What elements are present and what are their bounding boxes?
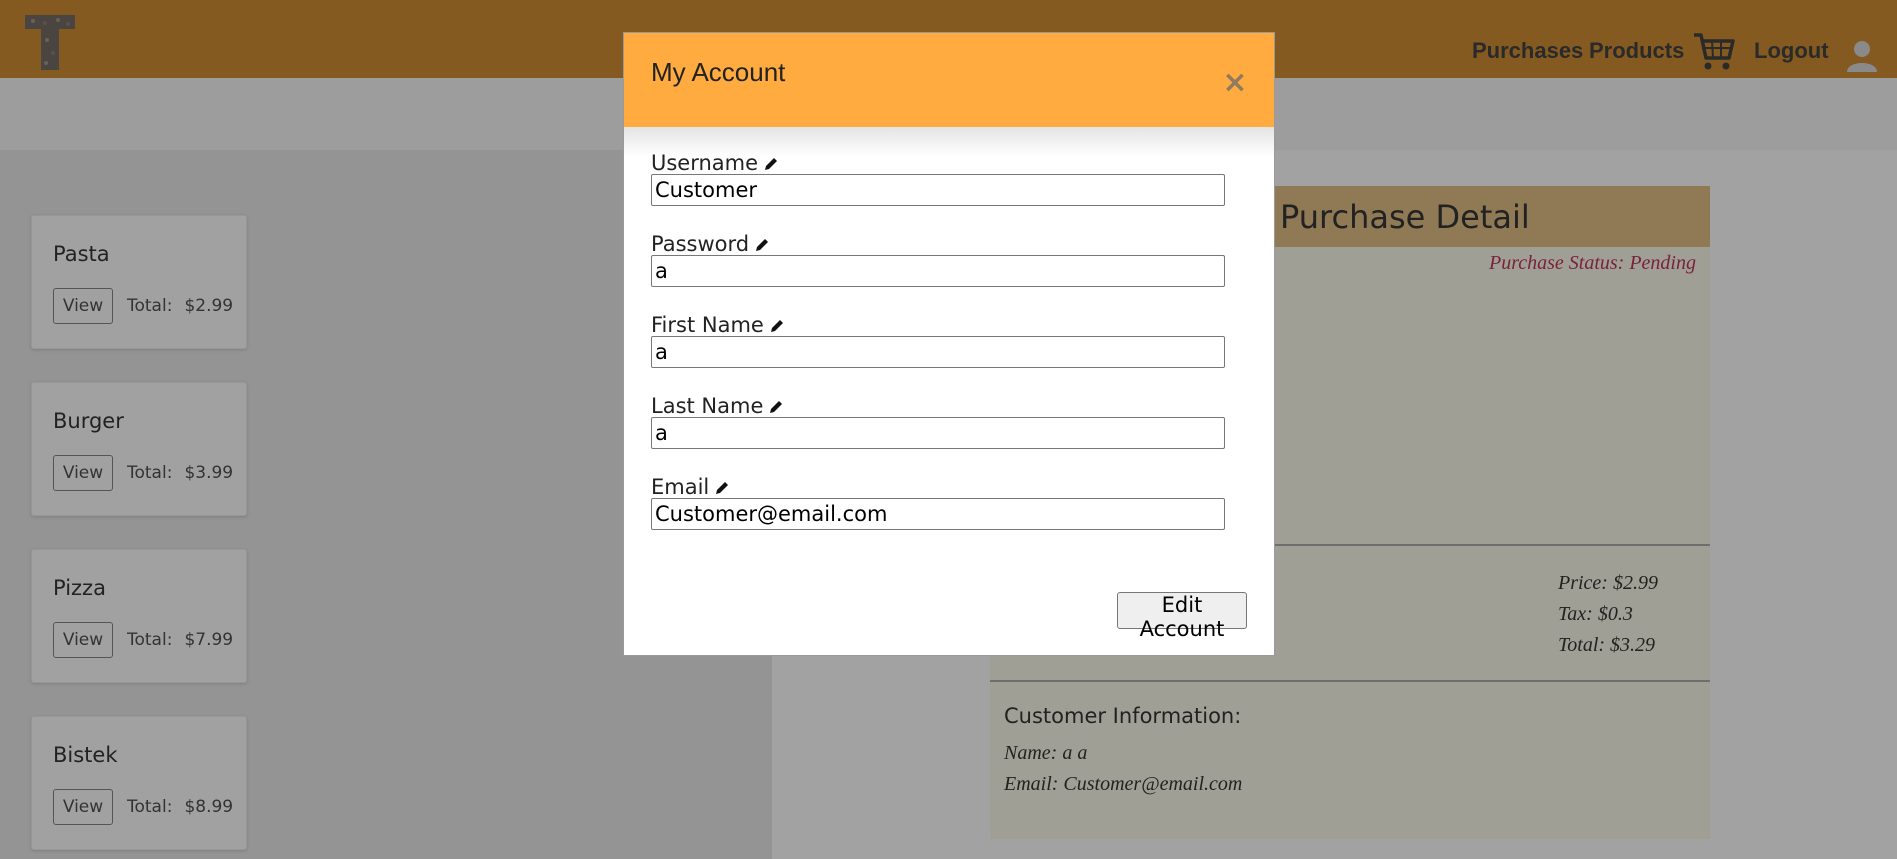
pencil-icon	[770, 401, 783, 413]
username-label: Username	[651, 151, 778, 175]
nav-link-purchases[interactable]: Purchases	[1472, 37, 1583, 65]
product-card: Bistek View Total: $8.99	[31, 716, 247, 850]
product-card: Pizza View Total: $7.99	[31, 549, 247, 683]
email-label: Email	[651, 475, 729, 499]
view-button[interactable]: View	[53, 622, 113, 658]
pencil-icon	[716, 482, 729, 494]
modal-header: My Account ×	[624, 33, 1274, 128]
first-name-input[interactable]	[651, 336, 1225, 368]
password-label: Password	[651, 232, 769, 256]
close-icon[interactable]: ×	[1221, 68, 1249, 98]
purchase-detail-title: Purchase Detail	[1280, 198, 1530, 236]
customer-info-label: Customer Information:	[1004, 704, 1242, 728]
last-name-input[interactable]	[651, 417, 1225, 449]
product-total: Total: $8.99	[127, 797, 234, 817]
product-name: Pasta	[53, 242, 110, 266]
divider	[990, 680, 1710, 682]
logo-icon[interactable]	[25, 15, 75, 70]
pencil-icon	[765, 158, 778, 170]
nav-link-logout[interactable]: Logout	[1754, 37, 1829, 65]
product-total: Total: $3.99	[127, 463, 234, 483]
last-name-label: Last Name	[651, 394, 783, 418]
nav-link-products[interactable]: Products	[1589, 37, 1684, 65]
customer-name: Name: a a	[1004, 742, 1088, 764]
product-total: Total: $2.99	[127, 296, 234, 316]
product-total: Total: $7.99	[127, 630, 234, 650]
purchase-status: Purchase Status: Pending	[1488, 252, 1696, 274]
view-button[interactable]: View	[53, 455, 113, 491]
edit-account-button[interactable]: Edit Account	[1117, 592, 1247, 641]
customer-email: Email: Customer@email.com	[1004, 773, 1243, 795]
email-input[interactable]	[651, 498, 1225, 530]
product-card: Pasta View Total: $2.99	[31, 215, 247, 349]
product-card: Burger View Total: $3.99	[31, 382, 247, 516]
product-name: Pizza	[53, 576, 106, 600]
username-input[interactable]	[651, 174, 1225, 206]
pencil-icon	[756, 239, 769, 251]
product-name: Bistek	[53, 743, 118, 767]
product-name: Burger	[53, 409, 124, 433]
price-summary: Price: $2.99 Tax: $0.3 Total: $3.29	[1558, 568, 1658, 661]
password-input[interactable]	[651, 255, 1225, 287]
pencil-icon	[770, 320, 783, 332]
tax-value: Tax: $0.3	[1558, 603, 1633, 625]
modal-title: My Account	[651, 57, 786, 87]
first-name-label: First Name	[651, 313, 784, 337]
user-avatar-icon[interactable]	[1845, 38, 1879, 72]
view-button[interactable]: View	[53, 789, 113, 825]
view-button[interactable]: View	[53, 288, 113, 324]
shopping-cart-icon[interactable]	[1692, 30, 1736, 72]
total-value: Total: $3.29	[1558, 634, 1656, 656]
my-account-modal: My Account × Username Password First Nam…	[623, 32, 1275, 656]
price-value: Price: $2.99	[1558, 572, 1658, 594]
